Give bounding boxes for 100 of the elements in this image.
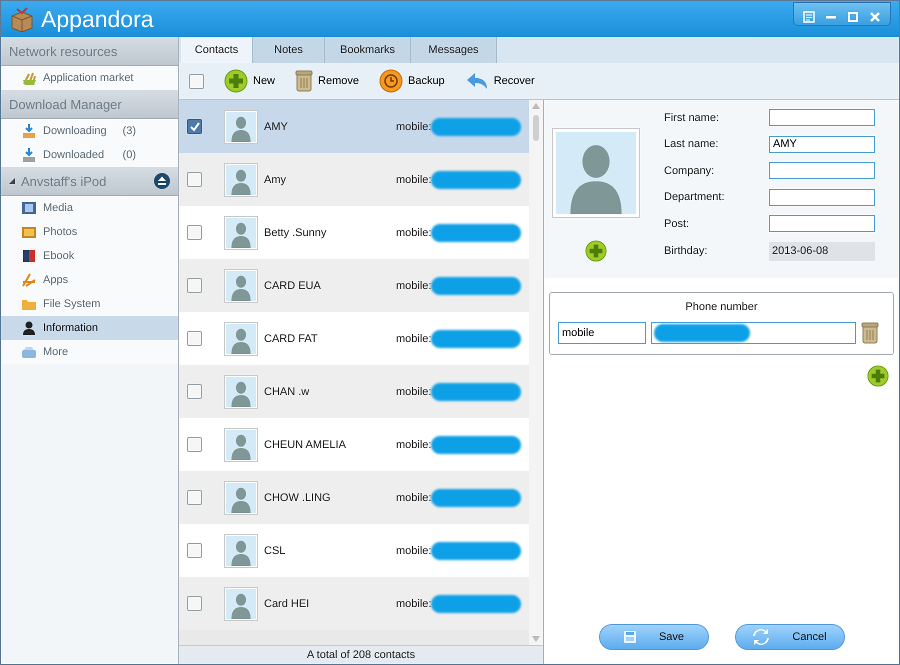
close-icon[interactable] xyxy=(869,11,881,23)
maximize-icon[interactable] xyxy=(847,11,859,23)
phone-label: mobile: xyxy=(396,438,432,450)
contact-row[interactable]: CSL mobile: xyxy=(179,524,529,577)
contact-name: Card HEI xyxy=(264,598,310,610)
scroll-thumb[interactable] xyxy=(533,115,539,141)
sidebar-item[interactable]: Apps xyxy=(1,268,178,292)
scroll-down-icon[interactable] xyxy=(532,636,540,642)
toolbar-button[interactable]: Backup xyxy=(378,69,445,93)
sidebar-item[interactable]: Ebook xyxy=(1,244,178,268)
row-checkbox[interactable] xyxy=(187,331,202,346)
photo-icon xyxy=(21,224,37,240)
book-icon xyxy=(21,248,37,264)
phone-label: mobile: xyxy=(396,280,432,292)
row-checkbox[interactable] xyxy=(187,596,202,611)
avatar-icon xyxy=(224,534,258,568)
avatar-icon xyxy=(224,216,258,250)
tab[interactable]: Contacts xyxy=(181,37,253,63)
avatar-icon xyxy=(224,162,258,196)
field-label: Last name: xyxy=(664,138,720,150)
avatar-icon xyxy=(224,374,258,408)
contact-row[interactable]: Card HEI mobile: xyxy=(179,577,529,630)
plus-icon[interactable] xyxy=(224,69,248,93)
input-field[interactable] xyxy=(769,188,875,206)
contact-row[interactable]: CARD FAT mobile: xyxy=(179,312,529,365)
sidebar-item[interactable]: Photos xyxy=(1,220,178,244)
contact-row[interactable]: Amy mobile: xyxy=(179,153,529,206)
clock-icon[interactable] xyxy=(378,69,403,93)
action-button[interactable]: Save xyxy=(598,624,708,650)
contact-name: CHOW .LING xyxy=(264,492,332,504)
contact-row[interactable]: AMY mobile: xyxy=(179,100,529,153)
tab[interactable]: Bookmarks xyxy=(325,37,411,63)
contact-name: CHAN .w xyxy=(264,386,310,398)
sidebar-item[interactable]: More xyxy=(1,340,178,364)
app-title: Appandora xyxy=(41,6,155,32)
contact-name: CARD FAT xyxy=(264,332,319,344)
add-phone-icon[interactable] xyxy=(867,365,889,387)
tab[interactable]: Messages xyxy=(411,37,497,63)
phone-label: mobile: xyxy=(396,386,432,398)
field-label: Department: xyxy=(664,191,726,204)
contact-row[interactable]: CHOW .LING mobile: xyxy=(179,471,529,524)
sidebar-item[interactable]: File System xyxy=(1,292,178,316)
contact-row[interactable]: CHEUN AMELIA mobile: xyxy=(179,418,529,471)
download-icon xyxy=(21,147,37,163)
back-arrow-icon[interactable] xyxy=(464,71,489,91)
avatar-icon xyxy=(224,428,258,462)
action-button[interactable]: Cancel xyxy=(734,624,844,650)
eject-icon[interactable] xyxy=(154,173,170,189)
section-title: Download Manager xyxy=(9,96,123,112)
scroll-up-icon[interactable] xyxy=(532,103,540,109)
tab[interactable]: Notes xyxy=(253,37,325,63)
row-checkbox[interactable] xyxy=(187,172,202,187)
contact-photo-icon xyxy=(552,128,640,218)
select-all-checkbox[interactable] xyxy=(189,74,204,88)
sidebar-item[interactable]: Information xyxy=(1,316,178,340)
toolbar-button[interactable]: Remove xyxy=(295,70,359,92)
sidebar-item[interactable]: Downloading (3) xyxy=(1,119,178,143)
contact-total: A total of 208 contacts xyxy=(306,649,416,661)
toolbar-button[interactable]: Recover xyxy=(464,71,535,91)
row-checkbox[interactable] xyxy=(187,543,202,558)
row-checkbox[interactable] xyxy=(187,384,202,399)
sidebar-item[interactable]: Media xyxy=(1,196,178,220)
delete-icon[interactable] xyxy=(861,322,879,344)
birthday-field: 2013-06-08 xyxy=(769,242,875,261)
contact-row[interactable]: CARD EUA mobile: xyxy=(179,259,529,312)
expand-triangle-icon[interactable] xyxy=(9,178,15,184)
contact-name: CSL xyxy=(264,544,286,556)
scrollbar[interactable] xyxy=(529,100,543,645)
input-field[interactable] xyxy=(769,109,875,126)
phone-label: mobile: xyxy=(396,120,432,132)
sidebar-item[interactable]: Downloaded (0) xyxy=(1,143,178,167)
row-checkbox[interactable] xyxy=(187,437,202,452)
row-checkbox[interactable] xyxy=(187,278,202,293)
phone-number-field[interactable] xyxy=(651,322,856,344)
field-label: Post: xyxy=(664,218,690,230)
input-field[interactable] xyxy=(769,162,875,180)
section-title: Phone number xyxy=(685,301,758,313)
row-checkbox[interactable] xyxy=(187,119,202,134)
row-checkbox[interactable] xyxy=(187,225,202,240)
contact-row[interactable]: CHAN .w mobile: xyxy=(179,365,529,418)
download-icon xyxy=(21,123,37,139)
tray-icon xyxy=(21,344,37,360)
menu-icon[interactable] xyxy=(803,11,815,23)
input-field[interactable] xyxy=(769,215,875,232)
phone-type-field[interactable]: mobile xyxy=(558,322,646,344)
contact-name: AMY xyxy=(264,120,289,132)
trash-icon[interactable] xyxy=(295,70,314,92)
phone-label: mobile: xyxy=(396,174,432,186)
field-label: Company: xyxy=(664,164,716,177)
section-title: Network resources xyxy=(9,44,118,58)
avatar-icon xyxy=(224,110,258,144)
field-label: First name: xyxy=(664,112,720,124)
add-photo-icon[interactable] xyxy=(585,240,607,262)
toolbar-button[interactable]: New xyxy=(224,69,276,93)
input-field[interactable]: AMY xyxy=(769,136,875,153)
save-icon xyxy=(622,630,637,644)
sidebar-item[interactable]: Application market xyxy=(1,66,178,90)
item-count: (3) xyxy=(122,125,136,137)
row-checkbox[interactable] xyxy=(187,490,202,505)
contact-row[interactable]: Betty .Sunny mobile: xyxy=(179,206,529,259)
